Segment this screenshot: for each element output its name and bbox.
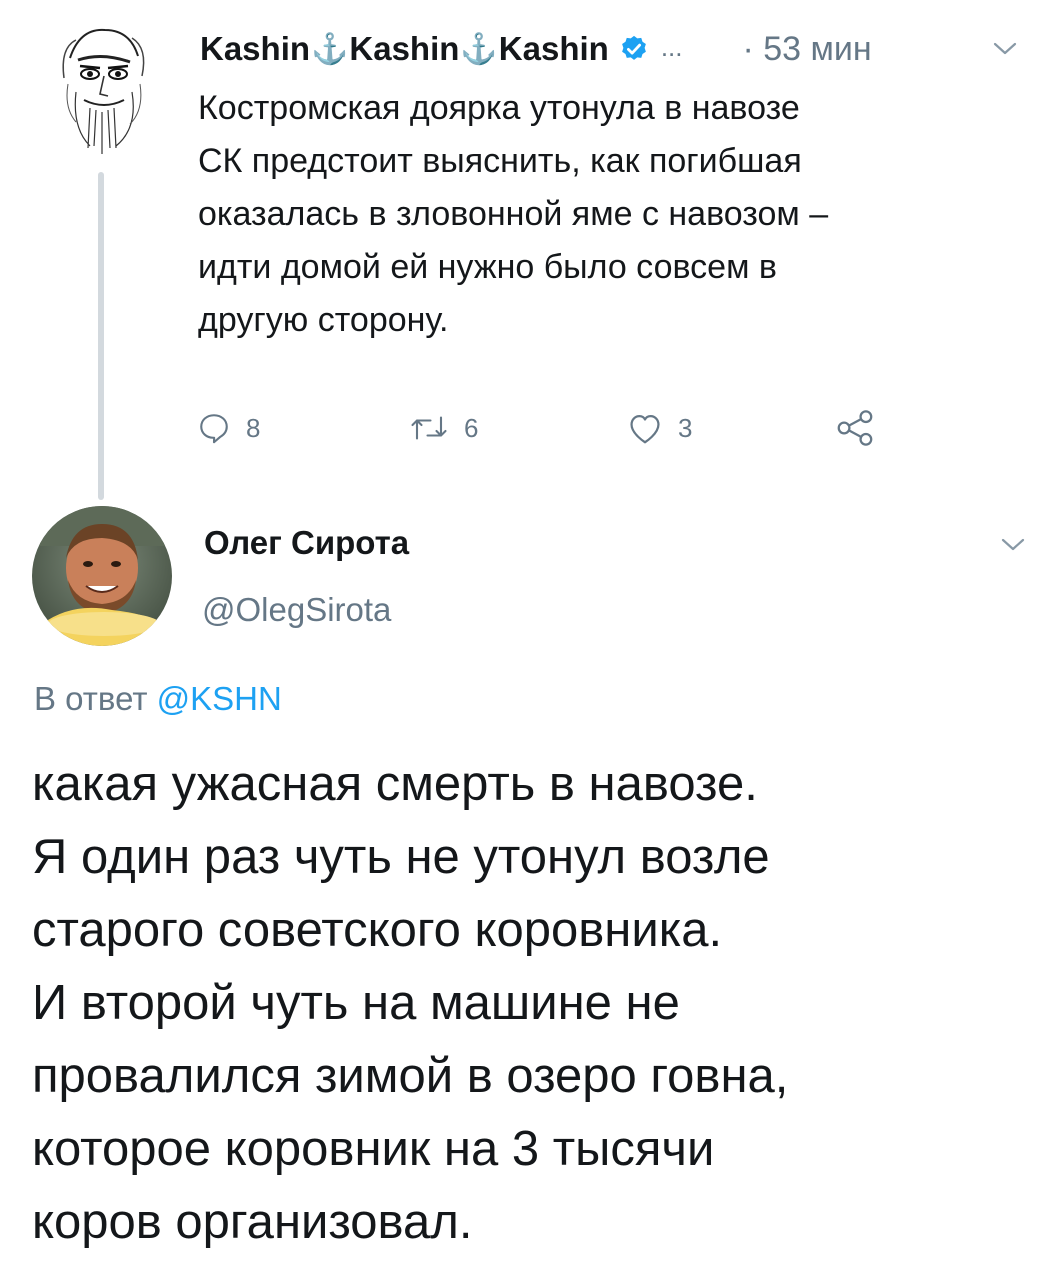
avatar-kashin[interactable] [50,18,154,158]
reply-button[interactable]: 8 [196,400,260,456]
share-button[interactable] [836,400,892,456]
chevron-down-icon[interactable] [1000,534,1026,554]
anchor-icon: ⚓ [460,32,498,66]
tweet-header: Kashin ⚓ Kashin ⚓ Kashin ... · 53 мин [200,24,872,74]
tweet-actions: 8 6 3 [196,400,896,456]
reply-icon [200,414,228,444]
reply-count: 8 [246,412,261,443]
avatar-oleg-sirota[interactable] [32,506,172,646]
heart-icon [630,415,660,444]
verified-badge-icon [621,35,646,60]
retweet-button[interactable]: 6 [408,400,478,456]
like-count: 3 [678,412,693,443]
tweet-text: какая ужасная смерть в навозе. Я один ра… [32,757,789,1249]
timestamp[interactable]: · 53 мин [742,30,871,69]
tweet-text: Костромская доярка утонула в навозе СК п… [198,89,829,339]
mention-link[interactable]: @KSHN [157,680,282,717]
chevron-down-icon[interactable] [992,38,1018,58]
like-button[interactable]: 3 [626,400,692,456]
display-name[interactable]: Kashin ⚓ Kashin ⚓ Kashin [200,30,609,68]
user-handle[interactable]: @OlegSirota [202,591,391,629]
reply-context: В ответ @KSHN [34,680,282,717]
retweet-count: 6 [464,412,479,443]
name-truncation: ... [660,31,683,62]
share-icon [837,410,873,446]
thread-connector-line [98,172,104,500]
retweet-icon [411,416,447,440]
anchor-icon: ⚓ [311,32,349,66]
display-name[interactable]: Олег Сирота [204,524,409,562]
